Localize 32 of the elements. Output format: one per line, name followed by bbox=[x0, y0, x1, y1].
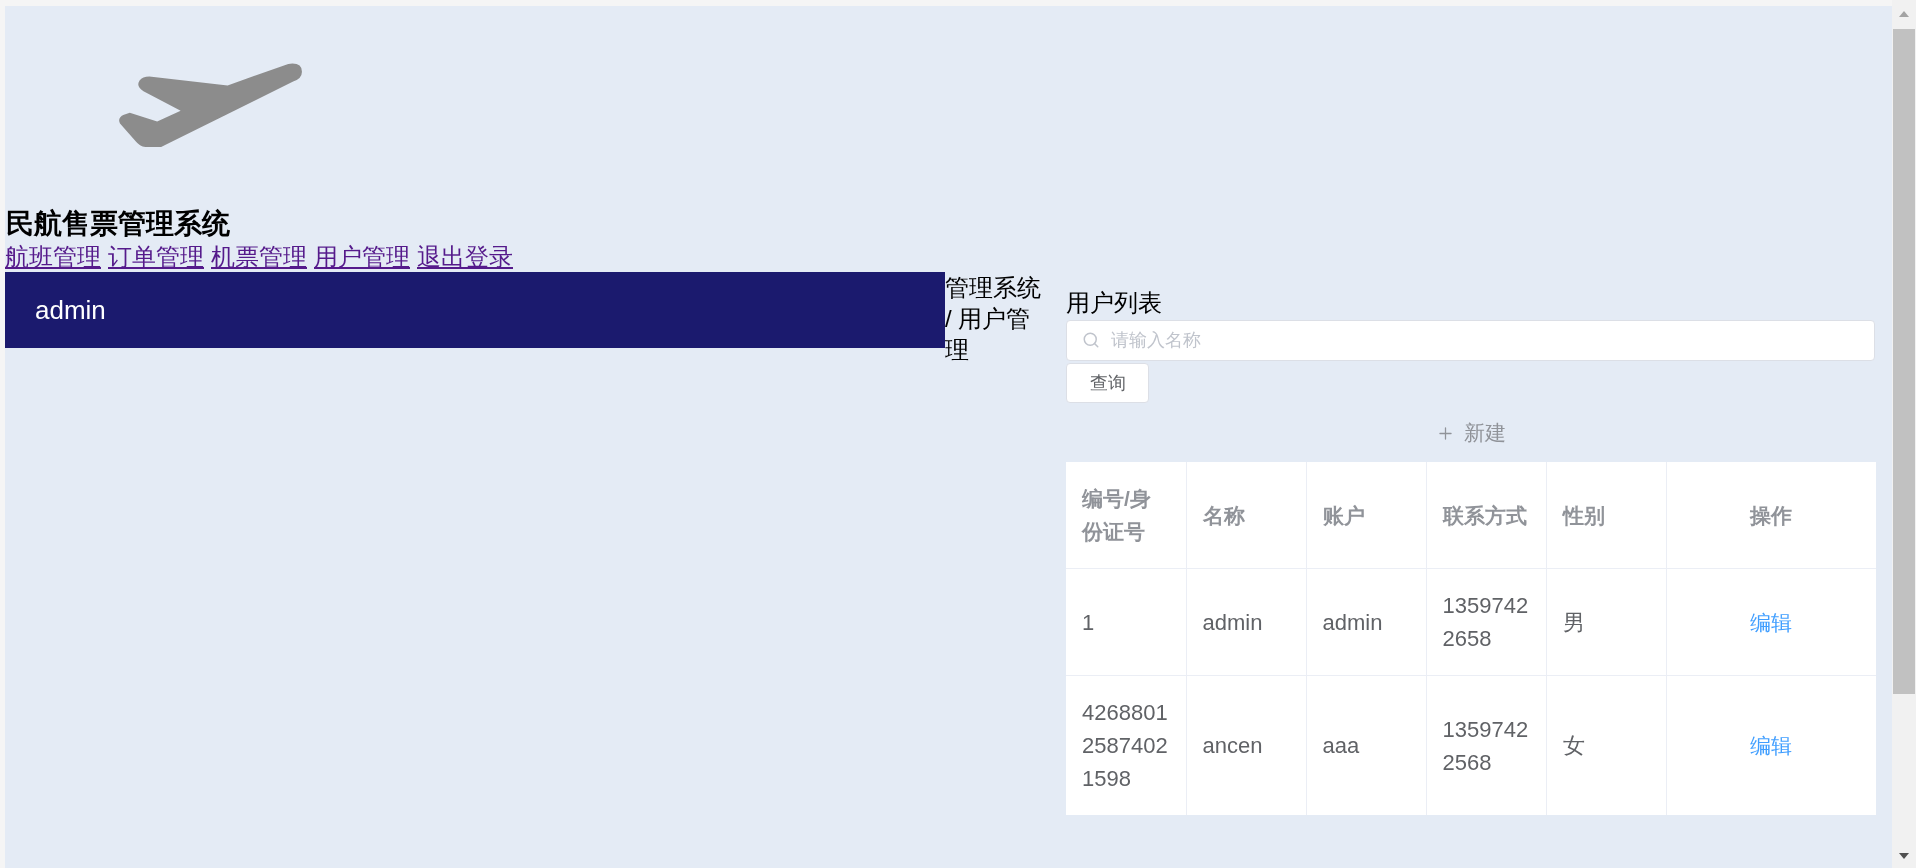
app-title: 民航售票管理系统 bbox=[6, 207, 230, 241]
page-title: 用户列表 bbox=[1066, 288, 1163, 318]
column-header: 名称 bbox=[1186, 462, 1306, 569]
scrollbar[interactable] bbox=[1892, 0, 1916, 868]
nav-link[interactable]: 退出登录 bbox=[417, 242, 513, 272]
nav-link[interactable]: 航班管理 bbox=[5, 242, 101, 272]
search-field[interactable]: 请输入名称 bbox=[1066, 320, 1875, 361]
table-cell: 13597422568 bbox=[1426, 675, 1546, 815]
search-button[interactable]: 查询 bbox=[1066, 363, 1149, 403]
nav-link[interactable]: 机票管理 bbox=[211, 242, 307, 272]
table-cell: ancen bbox=[1186, 675, 1306, 815]
search-icon bbox=[1082, 331, 1100, 349]
column-header: 编号/身份证号 bbox=[1066, 462, 1186, 569]
table-cell: 13597422658 bbox=[1426, 568, 1546, 676]
caret-down-icon[interactable] bbox=[1899, 853, 1909, 859]
column-header: 操作 bbox=[1666, 462, 1876, 569]
table-cell: 女 bbox=[1546, 675, 1666, 815]
table-cell: 男 bbox=[1546, 568, 1666, 676]
table-cell: 1 bbox=[1066, 568, 1186, 676]
username: admin bbox=[35, 295, 106, 325]
table-cell: admin bbox=[1306, 568, 1426, 676]
column-header: 账户 bbox=[1306, 462, 1426, 569]
nav-link[interactable]: 订单管理 bbox=[108, 242, 204, 272]
scrollbar-thumb[interactable] bbox=[1893, 29, 1915, 694]
nav-link[interactable]: 用户管理 bbox=[314, 242, 410, 272]
table-cell: admin bbox=[1186, 568, 1306, 676]
table-cell: aaa bbox=[1306, 675, 1426, 815]
column-header: 联系方式 bbox=[1426, 462, 1546, 569]
breadcrumb: 管理系统 / 用户管理 bbox=[945, 273, 1042, 365]
table-cell: 426880125874021598 bbox=[1066, 675, 1186, 815]
caret-up-icon[interactable] bbox=[1899, 11, 1909, 17]
column-header: 性别 bbox=[1546, 462, 1666, 569]
